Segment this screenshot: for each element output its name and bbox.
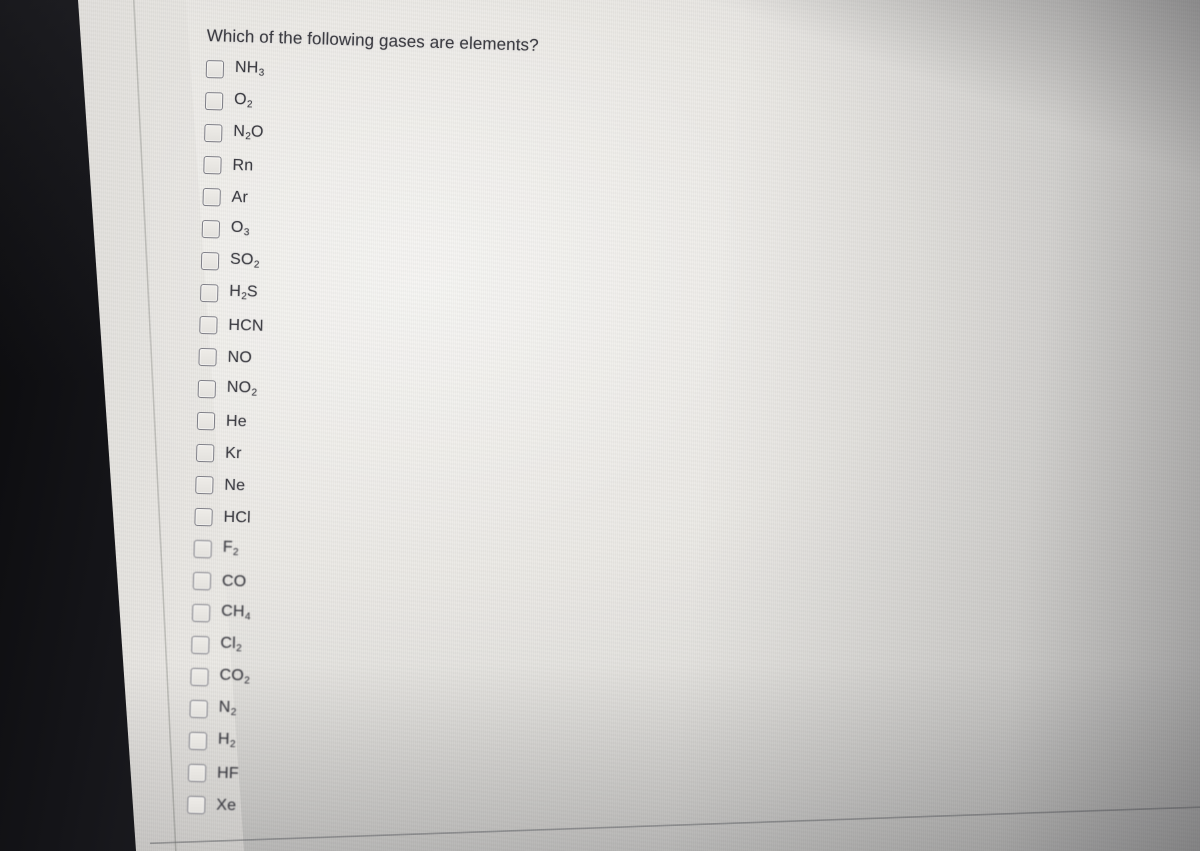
checkbox-co[interactable] [192,571,212,591]
checkbox-kr[interactable] [195,443,215,463]
option-label-nh3: NH3 [234,58,265,79]
checkbox-he[interactable] [196,411,216,431]
options-checkbox-list[interactable]: NH3 O2 N2O Rn Ar O3 SO2 H2S HCN NO NO2 He Kr Ne HCl F2 C… [187,53,538,831]
checkbox-n2o[interactable] [204,123,223,143]
checkbox-ar[interactable] [202,187,221,207]
option-label-o2: O2 [233,90,253,110]
option-label-ar: Ar [231,188,249,207]
checkbox-n2[interactable] [189,699,208,719]
option-label-ne: Ne [224,476,246,495]
option-label-kr: Kr [224,444,242,463]
photographed-screen: Which of the following gases are element… [0,0,1200,851]
checkbox-ch4[interactable] [191,603,211,623]
checkbox-co2[interactable] [190,667,209,687]
option-label-co2: CO2 [219,666,250,687]
option-label-xe: Xe [216,796,237,815]
checkbox-hcl[interactable] [194,507,213,527]
checkbox-cl2[interactable] [191,635,210,655]
option-label-h2: H2 [217,730,236,750]
option-label-so2: SO2 [229,250,260,271]
checkbox-o2[interactable] [204,91,224,111]
option-label-cl2: Cl2 [220,634,242,654]
checkbox-hf[interactable] [187,763,207,783]
option-label-n2o: N2O [233,122,264,142]
option-label-h2s: H2S [229,282,259,302]
quiz-content: Which of the following gases are element… [187,26,539,831]
checkbox-hcn[interactable] [199,315,218,335]
option-label-no2: NO2 [226,378,258,399]
checkbox-no[interactable] [198,347,217,367]
checkbox-xe[interactable] [187,795,206,815]
checkbox-so2[interactable] [200,251,220,271]
checkbox-o3[interactable] [201,219,221,239]
option-label-n2: N2 [218,698,237,718]
checkbox-nh3[interactable] [205,59,225,79]
option-label-o3: O3 [230,218,250,238]
checkbox-h2s[interactable] [200,283,219,303]
option-label-hf: HF [216,764,240,783]
checkbox-ne[interactable] [195,475,214,495]
option-label-hcn: HCN [228,316,264,335]
checkbox-rn[interactable] [203,155,222,175]
option-label-rn: Rn [232,156,254,175]
checkbox-h2[interactable] [188,731,208,751]
option-label-no: NO [227,348,253,367]
option-label-co: CO [221,572,247,591]
checkbox-f2[interactable] [193,539,212,559]
option-label-he: He [225,412,248,431]
checkbox-no2[interactable] [197,379,217,399]
option-label-ch4: CH4 [220,602,251,623]
option-label-f2: F2 [222,538,239,558]
option-label-hcl: HCl [223,508,252,527]
